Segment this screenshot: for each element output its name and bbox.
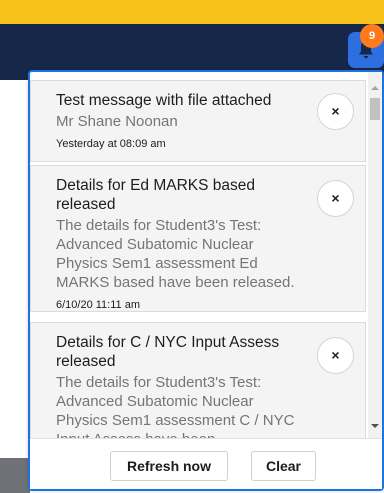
notification-body: The details for Student3's Test: Advance… — [56, 217, 295, 291]
notification-title: Test message with file attached — [56, 92, 272, 109]
notification-card[interactable]: Test message with file attached Mr Shane… — [30, 80, 366, 162]
notification-body: The details for Student3's Test: Advance… — [56, 374, 295, 438]
notifications-panel: Test message with file attached Mr Shane… — [28, 70, 384, 491]
notification-time: 6/10/20 11:11 am — [56, 299, 140, 311]
dismiss-notification-button[interactable]: × — [317, 93, 354, 130]
notification-title: Details for Ed MARKS based released — [56, 177, 256, 213]
notification-title: Details for C / NYC Input Assess release… — [56, 334, 280, 370]
clear-button[interactable]: Clear — [251, 451, 316, 481]
top-accent-bar — [0, 0, 384, 24]
scrollbar[interactable] — [368, 72, 382, 438]
notifications-footer: Refresh now Clear — [30, 438, 382, 489]
dismiss-notification-button[interactable]: × — [317, 180, 354, 217]
notifications-list: Test message with file attached Mr Shane… — [30, 72, 367, 438]
notification-sender: Mr Shane Noonan — [56, 113, 178, 130]
notification-card[interactable]: Details for Ed MARKS based released The … — [30, 165, 366, 312]
scroll-up-arrow-icon[interactable] — [368, 82, 382, 94]
dismiss-notification-button[interactable]: × — [317, 337, 354, 374]
background-page-strip — [0, 458, 30, 493]
notification-card[interactable]: Details for C / NYC Input Assess release… — [30, 322, 366, 438]
page: 9 Test message with file attached Mr Sha… — [0, 0, 384, 493]
scroll-down-arrow-icon[interactable] — [368, 420, 382, 432]
scrollbar-thumb[interactable] — [370, 98, 380, 120]
notification-time: Yesterday at 08:09 am — [56, 138, 166, 150]
notification-count-badge: 9 — [360, 24, 384, 48]
refresh-now-button[interactable]: Refresh now — [110, 451, 228, 481]
